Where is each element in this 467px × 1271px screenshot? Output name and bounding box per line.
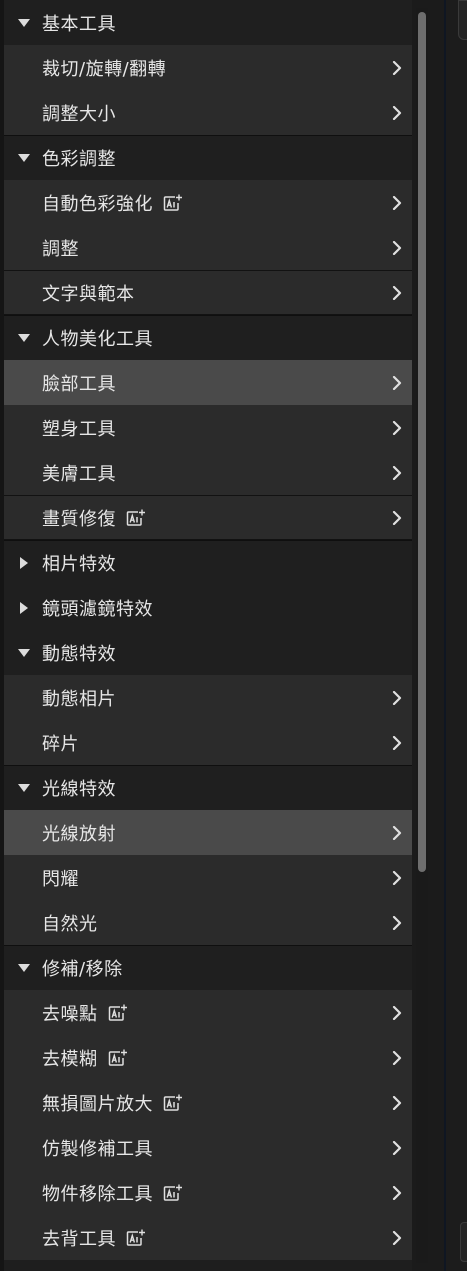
menu-label: 鏡頭濾鏡特效 bbox=[42, 598, 153, 620]
ai-sparkle-icon bbox=[108, 1049, 128, 1067]
section-header-7[interactable]: 人物美化工具 bbox=[4, 315, 412, 360]
ai-sparkle-icon bbox=[163, 1184, 183, 1202]
menu-label: 光線放射 bbox=[42, 823, 116, 845]
caret-down-icon bbox=[16, 330, 32, 346]
workspace-corner-top bbox=[458, 0, 467, 40]
menu-label: 仿製修補工具 bbox=[42, 1138, 153, 1160]
ai-sparkle-icon bbox=[108, 1004, 128, 1022]
section-header-17[interactable]: 光線特效 bbox=[4, 765, 412, 810]
menu-label: 裁切/旋轉/翻轉 bbox=[42, 58, 167, 80]
chevron-right-icon bbox=[390, 60, 404, 75]
menu-item-11[interactable]: 畫質修復 bbox=[4, 495, 412, 540]
menu-item-9[interactable]: 塑身工具 bbox=[4, 405, 412, 450]
caret-down-icon bbox=[16, 15, 32, 31]
chevron-right-icon bbox=[390, 1095, 404, 1110]
menu-label: 調整 bbox=[42, 238, 79, 260]
menu-label: 修補/移除 bbox=[42, 959, 123, 980]
menu-label: 基本工具 bbox=[42, 13, 116, 35]
menu-item-26[interactable]: 物件移除工具 bbox=[4, 1170, 412, 1215]
menu-label: 去噪點 bbox=[42, 1003, 98, 1025]
chevron-right-icon bbox=[390, 240, 404, 255]
menu-item-24[interactable]: 無損圖片放大 bbox=[4, 1080, 412, 1125]
menu-item-15[interactable]: 動態相片 bbox=[4, 675, 412, 720]
menu-label: 去模糊 bbox=[42, 1048, 98, 1070]
menu-label: 碎片 bbox=[42, 733, 79, 755]
menu-item-27[interactable]: 去背工具 bbox=[4, 1215, 412, 1260]
tools-menu-list: 基本工具裁切/旋轉/翻轉 調整大小色彩調整自動色彩強化 調整文字與範本人物美化工具臉… bbox=[4, 0, 412, 1260]
ai-sparkle-icon bbox=[126, 1229, 146, 1247]
menu-label: 動態特效 bbox=[42, 643, 116, 665]
menu-label: 動態相片 bbox=[42, 688, 116, 710]
menu-item-4[interactable]: 自動色彩強化 bbox=[4, 180, 412, 225]
menu-item-23[interactable]: 去模糊 bbox=[4, 1035, 412, 1080]
menu-item-8[interactable]: 臉部工具 bbox=[4, 360, 412, 405]
caret-down-icon bbox=[16, 150, 32, 166]
caret-right-icon bbox=[16, 600, 32, 616]
menu-item-19[interactable]: 閃耀 bbox=[4, 855, 412, 900]
menu-item-5[interactable]: 調整 bbox=[4, 225, 412, 270]
section-header-14[interactable]: 動態特效 bbox=[4, 630, 412, 675]
menu-label: 人物美化工具 bbox=[42, 329, 153, 350]
chevron-right-icon bbox=[390, 915, 404, 930]
caret-down-icon bbox=[16, 960, 32, 976]
section-header-13[interactable]: 鏡頭濾鏡特效 bbox=[4, 585, 412, 630]
menu-item-16[interactable]: 碎片 bbox=[4, 720, 412, 765]
chevron-right-icon bbox=[390, 690, 404, 705]
section-header-3[interactable]: 色彩調整 bbox=[4, 135, 412, 180]
scrollbar-thumb[interactable] bbox=[418, 12, 426, 872]
menu-label: 調整大小 bbox=[42, 103, 116, 125]
ai-sparkle-icon bbox=[163, 1094, 183, 1112]
chevron-right-icon bbox=[390, 285, 404, 300]
ai-sparkle-icon bbox=[126, 509, 146, 527]
section-header-0[interactable]: 基本工具 bbox=[4, 0, 412, 45]
chevron-right-icon bbox=[390, 825, 404, 840]
menu-item-25[interactable]: 仿製修補工具 bbox=[4, 1125, 412, 1170]
menu-label: 閃耀 bbox=[42, 868, 79, 890]
menu-item-10[interactable]: 美膚工具 bbox=[4, 450, 412, 495]
menu-item-1[interactable]: 裁切/旋轉/翻轉 bbox=[4, 45, 412, 90]
menu-label: 去背工具 bbox=[42, 1228, 116, 1250]
chevron-right-icon bbox=[390, 1140, 404, 1155]
menu-item-20[interactable]: 自然光 bbox=[4, 900, 412, 945]
menu-label: 自然光 bbox=[42, 913, 98, 935]
menu-label: 無損圖片放大 bbox=[42, 1093, 153, 1115]
menu-label: 臉部工具 bbox=[42, 373, 116, 395]
chevron-right-icon bbox=[390, 1185, 404, 1200]
menu-label: 相片特效 bbox=[42, 554, 116, 575]
menu-label: 文字與範本 bbox=[42, 283, 135, 305]
menu-item-2[interactable]: 調整大小 bbox=[4, 90, 412, 135]
ai-sparkle-icon bbox=[163, 194, 183, 212]
chevron-right-icon bbox=[390, 735, 404, 750]
section-header-12[interactable]: 相片特效 bbox=[4, 540, 412, 585]
chevron-right-icon bbox=[390, 195, 404, 210]
menu-label: 色彩調整 bbox=[42, 149, 116, 170]
chevron-right-icon bbox=[390, 420, 404, 435]
chevron-right-icon bbox=[390, 870, 404, 885]
workspace-edge bbox=[446, 0, 467, 1271]
menu-label: 塑身工具 bbox=[42, 418, 116, 440]
chevron-right-icon bbox=[390, 510, 404, 525]
caret-down-icon bbox=[16, 645, 32, 661]
menu-label: 美膚工具 bbox=[42, 463, 116, 485]
chevron-right-icon bbox=[390, 105, 404, 120]
chevron-right-icon bbox=[390, 375, 404, 390]
chevron-right-icon bbox=[390, 1230, 404, 1245]
menu-label: 畫質修復 bbox=[42, 508, 116, 530]
menu-item-6[interactable]: 文字與範本 bbox=[4, 270, 412, 315]
chevron-right-icon bbox=[390, 465, 404, 480]
caret-right-icon bbox=[16, 555, 32, 571]
menu-label: 物件移除工具 bbox=[42, 1183, 153, 1205]
caret-down-icon bbox=[16, 780, 32, 796]
workspace-corner-bottom bbox=[460, 1222, 467, 1262]
menu-item-18[interactable]: 光線放射 bbox=[4, 810, 412, 855]
chevron-right-icon bbox=[390, 1005, 404, 1020]
tools-panel: 基本工具裁切/旋轉/翻轉 調整大小色彩調整自動色彩強化 調整文字與範本人物美化工具臉… bbox=[0, 0, 412, 1271]
section-header-21[interactable]: 修補/移除 bbox=[4, 945, 412, 990]
chevron-right-icon bbox=[390, 1050, 404, 1065]
menu-label: 光線特效 bbox=[42, 779, 116, 800]
menu-item-22[interactable]: 去噪點 bbox=[4, 990, 412, 1035]
menu-label: 自動色彩強化 bbox=[42, 193, 153, 215]
